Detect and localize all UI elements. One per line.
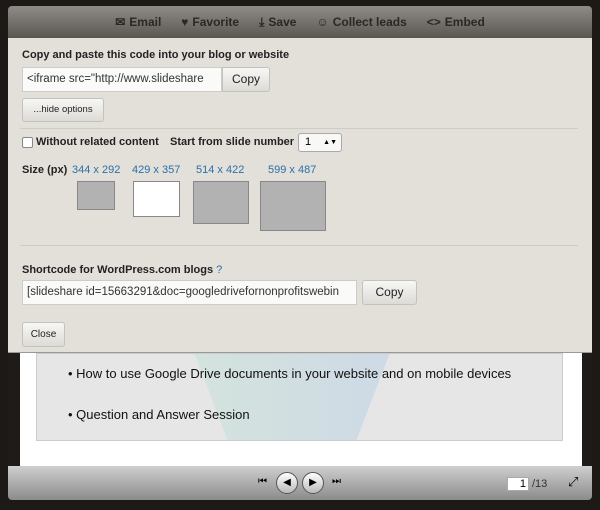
- stepper-arrows-icon: ▲▼: [323, 139, 337, 146]
- last-slide-icon[interactable]: ⏭: [332, 476, 341, 487]
- start-slide-stepper[interactable]: 1 ▲▼: [298, 133, 342, 152]
- page-total: /13: [532, 478, 548, 490]
- size-preview-429-selected[interactable]: [133, 181, 180, 217]
- download-icon: ⤓: [259, 14, 265, 29]
- envelope-icon: ✉: [115, 15, 126, 29]
- slide-bullet: • Question and Answer Session: [68, 407, 250, 422]
- size-preview-514[interactable]: [193, 181, 249, 224]
- smiley-icon: ☺: [316, 15, 329, 29]
- embed-button[interactable]: <> Embed: [427, 15, 485, 29]
- previous-slide-button[interactable]: ◀: [276, 472, 298, 494]
- first-slide-icon[interactable]: ⏮: [258, 476, 267, 487]
- slideshare-player: ✉ Email ♥ Favorite ⤓ Save ☺ Collect leads <>…: [8, 6, 592, 500]
- shortcode-input[interactable]: [slideshare id=15663291&doc=googledrivef…: [22, 280, 357, 305]
- copy-shortcode-button[interactable]: Copy: [362, 280, 417, 305]
- toolbar: ✉ Email ♥ Favorite ⤓ Save ☺ Collect leads <>…: [8, 6, 592, 38]
- size-option-429[interactable]: 429 x 357: [132, 164, 180, 176]
- save-button[interactable]: ⤓ Save: [259, 15, 296, 30]
- size-label: Size (px): [22, 164, 68, 176]
- size-option-599[interactable]: 599 x 487: [268, 164, 316, 176]
- slide-bullet: • How to use Google Drive documents in y…: [68, 366, 512, 381]
- shortcode-label: Shortcode for WordPress.com blogs ?: [22, 264, 223, 276]
- start-slide-label: Start from slide number: [170, 136, 295, 148]
- favorite-button[interactable]: ♥ Favorite: [181, 15, 239, 29]
- embed-heading: Copy and paste this code into your blog …: [22, 49, 290, 61]
- email-button[interactable]: ✉ Email: [115, 15, 161, 29]
- size-option-344[interactable]: 344 x 292: [72, 164, 120, 176]
- embed-panel: Copy and paste this code into your blog …: [8, 38, 592, 353]
- collect-leads-button[interactable]: ☺ Collect leads: [316, 15, 406, 29]
- close-button[interactable]: Close: [22, 322, 65, 347]
- shortcode-help-link[interactable]: ?: [216, 264, 222, 276]
- without-related-checkbox[interactable]: [22, 137, 33, 148]
- copy-embed-button[interactable]: Copy: [222, 67, 270, 92]
- player-controls: ⏮ ◀ ▶ ⏭ 1 /13 ⤢: [8, 466, 592, 500]
- code-icon: <>: [426, 15, 441, 29]
- embed-code-input[interactable]: <iframe src="http://www.slideshare: [22, 67, 222, 92]
- size-preview-599[interactable]: [260, 181, 326, 231]
- heart-icon: ♥: [181, 15, 189, 29]
- hide-options-button[interactable]: ...hide options: [22, 98, 104, 122]
- next-slide-button[interactable]: ▶: [302, 472, 324, 494]
- page-number-input[interactable]: 1: [507, 477, 529, 491]
- size-option-514[interactable]: 514 x 422: [196, 164, 244, 176]
- next-icon: ▶: [309, 477, 317, 488]
- fullscreen-icon[interactable]: ⤢: [568, 474, 578, 490]
- without-related-label: Without related content: [36, 136, 159, 148]
- previous-icon: ◀: [283, 477, 291, 488]
- size-preview-344[interactable]: [77, 181, 115, 210]
